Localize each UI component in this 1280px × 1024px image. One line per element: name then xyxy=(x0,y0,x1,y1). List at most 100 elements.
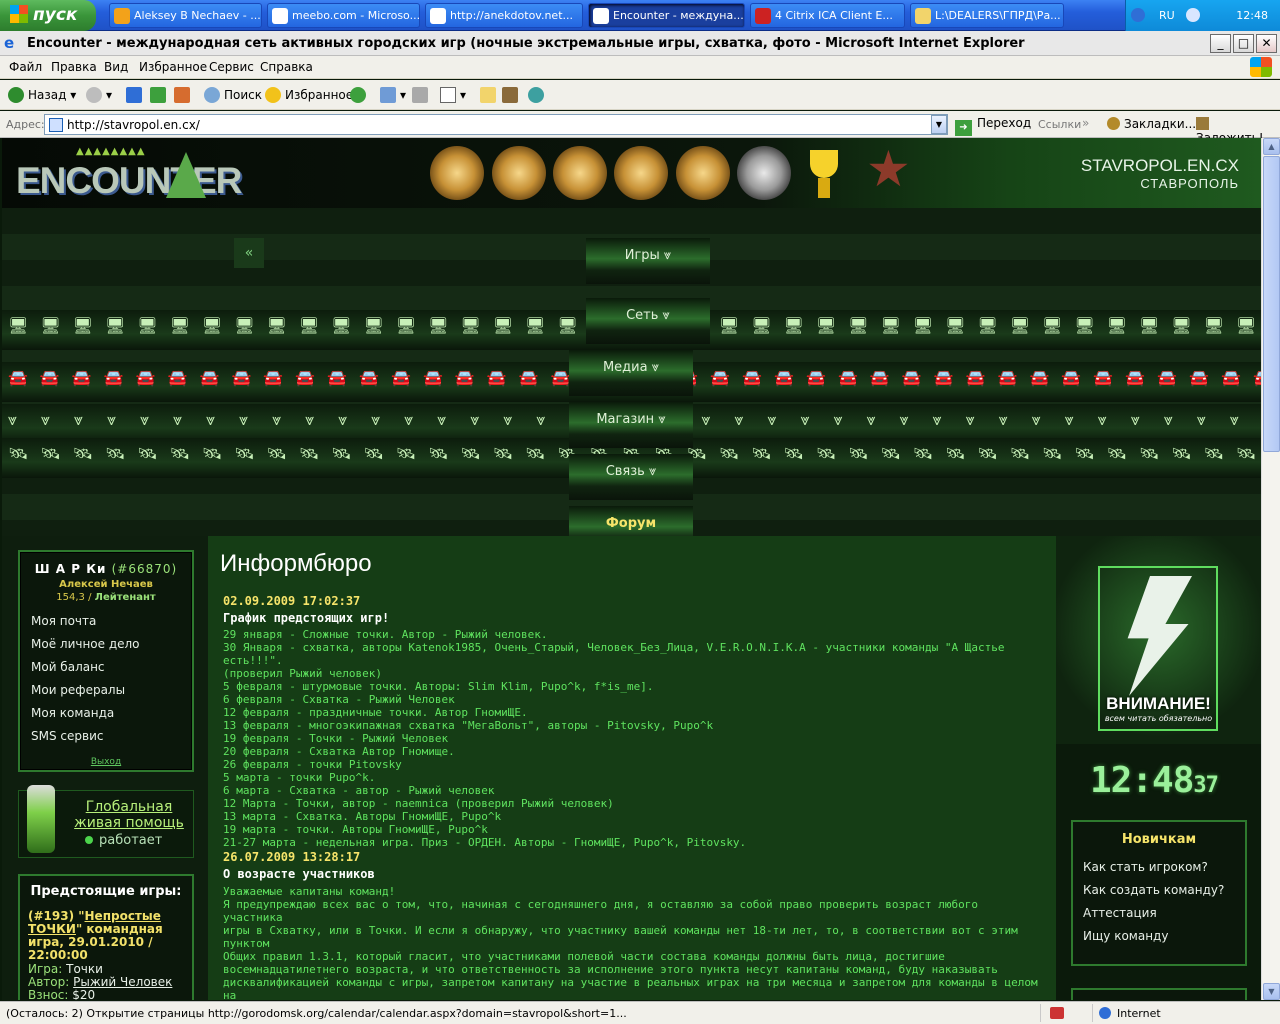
mail-button[interactable]: ▾ xyxy=(380,87,406,103)
logo-decoration: ▲▲▲▲▲▲▲▲ xyxy=(76,146,146,157)
messenger-button[interactable] xyxy=(528,87,548,103)
scroll-down-button[interactable]: ▼ xyxy=(1263,983,1280,1000)
vertical-scrollbar[interactable]: ▲ ▼ xyxy=(1261,138,1280,1000)
refresh-button[interactable] xyxy=(150,87,170,103)
bookmark-icon xyxy=(1107,117,1120,130)
language-indicator[interactable]: RU xyxy=(1159,9,1175,22)
browser-toolbar: Назад ▾ ▾ Поиск Избранное ▾ ▾ xyxy=(0,80,1280,110)
nav-network[interactable]: Сеть ⩔ xyxy=(586,298,710,344)
tray-arrow-icon[interactable] xyxy=(1186,8,1200,22)
scroll-thumb[interactable] xyxy=(1263,156,1280,452)
newbie-link-create-team[interactable]: Как создать команду? xyxy=(1083,883,1224,897)
start-button[interactable]: пуск xyxy=(0,0,96,31)
close-button[interactable]: ✕ xyxy=(1256,34,1277,53)
navigation-band: 🖥🖥🖥🖥🖥🖥🖥🖥🖥🖥🖥🖥🖥🖥🖥🖥🖥🖥🖥🖥🖥🖥🖥🖥🖥🖥🖥🖥🖥🖥🖥🖥🖥🖥🖥🖥🖥🖥🖥🖥… xyxy=(2,208,1261,552)
medal-icon xyxy=(614,146,668,200)
print-button[interactable] xyxy=(412,87,432,103)
popup-blocked-icon[interactable] xyxy=(1050,1007,1064,1019)
user-menu-mail[interactable]: Моя почта xyxy=(31,614,96,628)
newbie-title: Новичкам xyxy=(1121,832,1197,847)
taskbar-item-anekdotov[interactable]: http://anekdotov.net... xyxy=(425,3,583,28)
newbie-link-become-player[interactable]: Как стать игроком? xyxy=(1083,860,1208,874)
next-panel xyxy=(1071,988,1247,1000)
search-icon xyxy=(204,87,220,103)
user-menu-team[interactable]: Моя команда xyxy=(31,706,114,720)
nav-games[interactable]: Игры ⩔ xyxy=(586,238,710,284)
user-menu-referrals[interactable]: Мои рефералы xyxy=(31,683,125,697)
news-title[interactable]: График предстоящих игр! xyxy=(223,611,389,625)
user-menu-profile[interactable]: Моё личное дело xyxy=(31,637,140,651)
start-label: пуск xyxy=(33,5,78,25)
taskbar-item-citrix[interactable]: 4 Citrix ICA Client E... xyxy=(750,3,905,28)
upcoming-game-author: Автор: Рыжий Человек xyxy=(28,975,173,989)
forward-button[interactable]: ▾ xyxy=(86,87,112,103)
news-title[interactable]: О возрасте участников xyxy=(223,867,375,881)
history-button[interactable] xyxy=(350,87,370,103)
ie-icon: e xyxy=(4,34,15,52)
network-icon[interactable] xyxy=(1131,8,1145,22)
messenger-icon xyxy=(528,87,544,103)
newbie-link-attestation[interactable]: Аттестация xyxy=(1083,906,1157,920)
nav-media[interactable]: Медиа ⩔ xyxy=(569,350,693,396)
menu-file[interactable]: Файл xyxy=(9,60,42,74)
folder-icon xyxy=(915,8,931,24)
left-sidebar: Ш А Р Ки (#66870) Алексей Нечаев 154,3 /… xyxy=(2,536,208,1000)
taskbar-item-meebo-ie[interactable]: meebo.com - Microso... xyxy=(267,3,420,28)
site-domain: STAVROPOL.EN.CX xyxy=(1080,156,1239,175)
research-button[interactable] xyxy=(502,87,522,103)
logout-link[interactable]: Выход xyxy=(20,757,192,767)
right-sidebar: ВНИМАНИЕ! всем читать обязательно 12:483… xyxy=(1056,536,1261,1000)
menu-tools[interactable]: Сервис xyxy=(209,60,254,74)
menu-help[interactable]: Справка xyxy=(260,60,313,74)
folder-button[interactable] xyxy=(480,87,500,103)
upcoming-game-fee: Взнос: $20 xyxy=(28,988,96,1000)
user-fullname: Алексей Нечаев xyxy=(59,579,153,590)
back-button[interactable]: Назад ▾ xyxy=(8,87,76,103)
bookmarks-link[interactable]: Закладки... xyxy=(1107,117,1196,131)
word-icon xyxy=(440,87,456,103)
mail-icon xyxy=(380,87,396,103)
scroll-up-button[interactable]: ▲ xyxy=(1263,138,1280,155)
tray-clock[interactable]: 12:48 xyxy=(1236,9,1268,22)
address-dropdown-button[interactable]: ▼ xyxy=(931,115,947,134)
links-label[interactable]: Ссылки xyxy=(1038,118,1081,131)
live-help-link[interactable]: Глобальная живая помощь xyxy=(69,799,189,831)
medal-icon xyxy=(553,146,607,200)
menu-favorites[interactable]: Избранное xyxy=(139,60,207,74)
citrix-icon xyxy=(755,8,771,24)
word-button[interactable]: ▾ xyxy=(440,87,466,103)
taskbar-item-folder[interactable]: L:\DEALERS\ГПРД\Ра... xyxy=(910,3,1064,28)
nav-back-button[interactable]: « xyxy=(234,238,264,268)
author-link[interactable]: Рыжий Человек xyxy=(73,975,172,989)
page-title: Информбюро xyxy=(220,550,372,577)
stop-button[interactable] xyxy=(126,87,146,103)
home-icon xyxy=(174,87,190,103)
taskbar-item-encounter[interactable]: Encounter - междуна... xyxy=(588,3,745,28)
links-chevron-icon[interactable]: » xyxy=(1082,116,1089,130)
newbie-link-find-team[interactable]: Ищу команду xyxy=(1083,929,1168,943)
taskbar: пуск Aleksey B Nechaev - ... meebo.com -… xyxy=(0,0,1280,31)
site-logo[interactable]: ▲▲▲▲▲▲▲▲ ENCOUNTER xyxy=(16,146,242,202)
site-domain-block: STAVROPOL.EN.CX СТАВРОПОЛЬ xyxy=(1081,156,1239,191)
search-button[interactable]: Поиск xyxy=(204,87,262,103)
home-button[interactable] xyxy=(174,87,194,103)
nav-contact[interactable]: Связь ⩔ xyxy=(569,454,693,500)
address-bar: Адрес: http://stavropol.en.cx/ ▼ ➜ Перехо… xyxy=(0,111,1280,145)
taskbar-item-meebo-chat[interactable]: Aleksey B Nechaev - ... xyxy=(109,3,262,28)
go-button[interactable]: ➜ Переход xyxy=(955,116,1031,136)
user-menu-balance[interactable]: Мой баланс xyxy=(31,660,105,674)
upcoming-games-panel: Предстоящие игры: (#193) "Непростые ТОЧК… xyxy=(18,874,194,1000)
menu-edit[interactable]: Правка xyxy=(51,60,97,74)
maximize-button[interactable]: □ xyxy=(1233,34,1254,53)
minimize-button[interactable]: _ xyxy=(1210,34,1231,53)
user-menu-sms[interactable]: SMS сервис xyxy=(31,729,103,743)
history-icon xyxy=(350,87,366,103)
status-separator xyxy=(1040,1004,1041,1022)
status-text: (Осталось: 2) Открытие страницы http://g… xyxy=(6,1007,627,1020)
favorites-button[interactable]: Избранное xyxy=(265,87,353,103)
menu-view[interactable]: Вид xyxy=(104,60,128,74)
attention-banner[interactable]: ВНИМАНИЕ! всем читать обязательно xyxy=(1056,536,1261,744)
address-input[interactable]: http://stavropol.en.cx/ xyxy=(44,114,948,135)
address-label: Адрес: xyxy=(6,118,45,131)
nav-shop[interactable]: Магазин ⩔ xyxy=(569,402,693,448)
